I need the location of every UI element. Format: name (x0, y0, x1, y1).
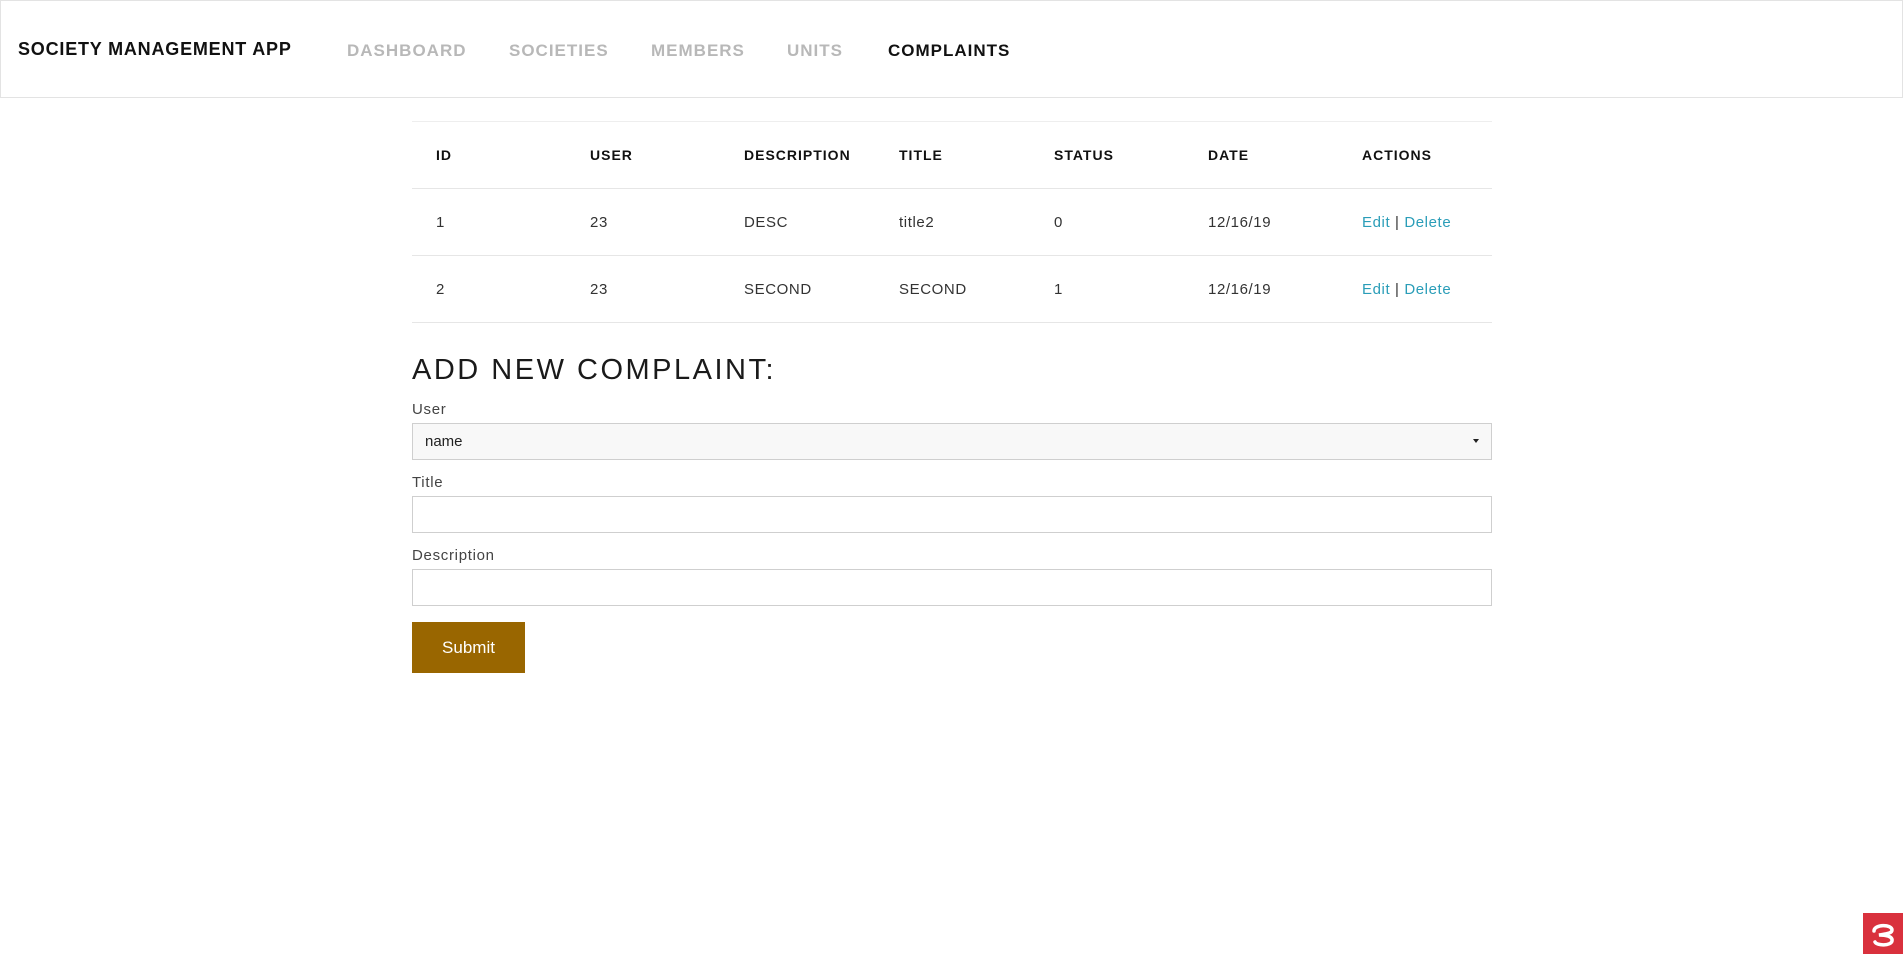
description-input[interactable] (412, 569, 1492, 606)
cell-date: 12/16/19 (1184, 255, 1338, 323)
col-header-user: USER (566, 121, 720, 189)
cell-id: 2 (412, 255, 566, 323)
logo-badge-glyph (1872, 923, 1894, 947)
cell-actions: Edit | Delete (1338, 255, 1492, 323)
cell-title: SECOND (875, 255, 1030, 323)
caret-down-icon (1473, 439, 1479, 443)
action-separator: | (1395, 280, 1400, 298)
table-header-row: ID USER DESCRIPTION TITLE STATUS DATE AC… (412, 121, 1492, 189)
action-separator: | (1395, 213, 1400, 231)
add-complaint-heading: ADD NEW COMPLAINT: (412, 354, 777, 386)
submit-button[interactable]: Submit (412, 622, 525, 673)
cell-user: 23 (566, 188, 720, 256)
col-header-title: TITLE (875, 121, 1030, 189)
cell-actions: Edit | Delete (1338, 188, 1492, 256)
complaints-table: ID USER DESCRIPTION TITLE STATUS DATE AC… (412, 121, 1492, 323)
col-header-actions: ACTIONS (1338, 121, 1492, 189)
logo-badge-icon[interactable] (1863, 913, 1903, 954)
nav-units[interactable]: UNITS (787, 41, 843, 61)
col-header-date: DATE (1184, 121, 1338, 189)
delete-link[interactable]: Delete (1404, 281, 1451, 298)
nav-societies[interactable]: SOCIETIES (509, 41, 609, 61)
main-content: ID USER DESCRIPTION TITLE STATUS DATE AC… (412, 121, 1492, 673)
cell-id: 1 (412, 188, 566, 256)
cell-user: 23 (566, 255, 720, 323)
user-select-value: name (425, 433, 463, 450)
col-header-status: STATUS (1030, 121, 1184, 189)
cell-description: DESC (720, 188, 875, 256)
cell-date: 12/16/19 (1184, 188, 1338, 256)
app-brand[interactable]: SOCIETY MANAGEMENT APP (18, 39, 292, 60)
cell-description: SECOND (720, 255, 875, 323)
delete-link[interactable]: Delete (1404, 214, 1451, 231)
edit-link[interactable]: Edit (1362, 281, 1390, 298)
user-label: User (412, 401, 447, 418)
title-label: Title (412, 474, 444, 491)
nav-dashboard[interactable]: DASHBOARD (347, 41, 467, 61)
description-label: Description (412, 547, 495, 564)
cell-status: 0 (1030, 188, 1184, 256)
nav-complaints[interactable]: COMPLAINTS (888, 41, 1010, 61)
cell-status: 1 (1030, 255, 1184, 323)
nav-members[interactable]: MEMBERS (651, 41, 745, 61)
top-navbar: SOCIETY MANAGEMENT APP DASHBOARD SOCIETI… (0, 0, 1903, 98)
cell-title: title2 (875, 188, 1030, 256)
table-row: 1 23 DESC title2 0 12/16/19 Edit | Delet… (412, 188, 1492, 256)
user-select[interactable]: name (412, 423, 1492, 460)
title-input[interactable] (412, 496, 1492, 533)
edit-link[interactable]: Edit (1362, 214, 1390, 231)
col-header-description: DESCRIPTION (720, 121, 875, 189)
table-row: 2 23 SECOND SECOND 1 12/16/19 Edit | Del… (412, 255, 1492, 323)
col-header-id: ID (412, 121, 566, 189)
